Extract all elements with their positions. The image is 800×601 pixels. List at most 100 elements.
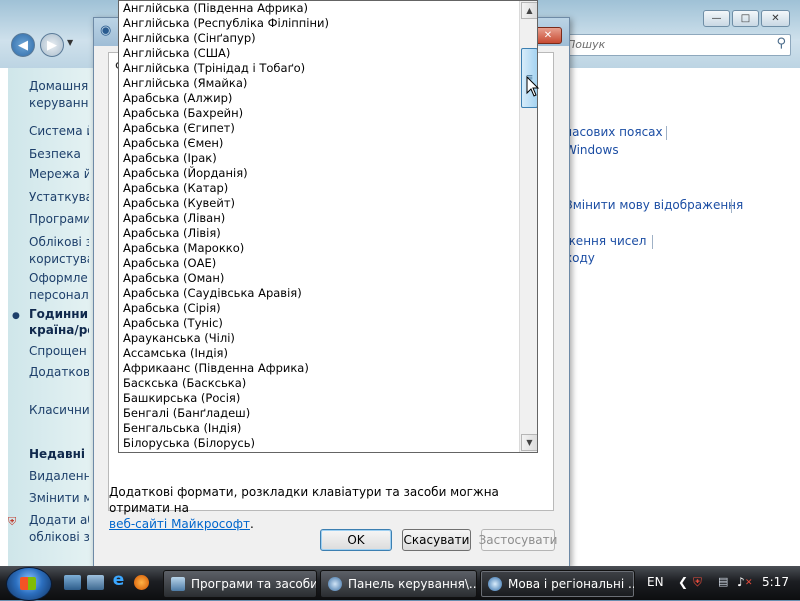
link-separator <box>731 199 732 213</box>
network-icon[interactable]: ▤ <box>718 575 728 588</box>
sidebar-item[interactable]: Домашня <box>29 78 89 94</box>
dropdown-option[interactable]: Арабська (Туніс) <box>119 316 519 331</box>
firefox-icon[interactable] <box>134 575 149 590</box>
sidebar-item[interactable]: Видалення <box>29 468 89 484</box>
dropdown-option[interactable]: Бенгалі (Банґладеш) <box>119 406 519 421</box>
search-placeholder: Пошук <box>567 38 606 51</box>
programs-icon <box>171 577 185 591</box>
sidebar-item[interactable]: Оформле <box>29 270 89 286</box>
dropdown-items: Англійська (Південна Африка) Англійська (… <box>119 1 519 451</box>
dropdown-option[interactable]: Арабська (Лівія) <box>119 226 519 241</box>
dropdown-option[interactable]: Арабська (ОАЕ) <box>119 256 519 271</box>
maximize-button[interactable]: □ <box>732 10 759 27</box>
tray-expand-icon[interactable]: ❮ <box>678 575 688 589</box>
dropdown-option[interactable]: Арабська (Сірія) <box>119 301 519 316</box>
control-panel-main: часових поясах Windows Змінити мову відо… <box>556 68 800 566</box>
dropdown-option[interactable]: Англійська (США) <box>119 46 519 61</box>
dropdown-option[interactable]: Арабська (Єгипет) <box>119 121 519 136</box>
dropdown-option[interactable]: Арауканська (Чілі) <box>119 331 519 346</box>
dropdown-option[interactable]: Ассамська (Індія) <box>119 346 519 361</box>
chevron-down-icon[interactable]: ▼ <box>67 38 73 47</box>
dropdown-option[interactable]: Африкаанс (Південна Африка) <box>119 361 519 376</box>
clock[interactable]: 5:17 <box>762 575 789 589</box>
dropdown-option[interactable]: Арабська (Ємен) <box>119 136 519 151</box>
dropdown-option[interactable]: Бенгальська (Індія) <box>119 421 519 436</box>
switch-windows-icon[interactable] <box>87 575 104 590</box>
cancel-button[interactable]: Скасувати <box>402 529 471 551</box>
start-button[interactable] <box>6 567 52 601</box>
minimize-button[interactable]: — <box>703 10 730 27</box>
sidebar-item[interactable]: персонал <box>29 287 89 303</box>
sidebar-item[interactable]: Недавні з <box>29 446 89 462</box>
sidebar-item[interactable]: керування <box>29 95 89 111</box>
info-end: . <box>249 517 254 531</box>
main-link-windows[interactable]: Windows <box>565 143 619 157</box>
dropdown-option[interactable]: Арабська (Ірак) <box>119 151 519 166</box>
globe-icon: ◉ <box>100 23 112 38</box>
dropdown-option[interactable]: Арабська (Кувейт) <box>119 196 519 211</box>
taskbar-button-label: Мова і регіональні ... <box>508 577 635 591</box>
language-indicator[interactable]: EN <box>647 575 664 589</box>
taskbar-button-programs[interactable]: Програми та засоби <box>163 570 317 598</box>
format-dropdown-list[interactable]: Англійська (Південна Африка) Англійська (… <box>118 0 538 453</box>
scroll-down-arrow-icon[interactable]: ▼ <box>521 434 537 451</box>
dropdown-option[interactable]: Англійська (Трінідад і Тобаґо) <box>119 61 519 76</box>
dropdown-option[interactable]: Білоруська (Білорусь) <box>119 436 519 451</box>
dropdown-option[interactable]: Англійська (Південна Африка) <box>119 1 519 16</box>
dropdown-option[interactable]: Башкирська (Росія) <box>119 391 519 406</box>
sidebar-item[interactable]: Класични <box>29 402 89 418</box>
dropdown-option[interactable]: Англійська (Сінґапур) <box>119 31 519 46</box>
sidebar-item[interactable]: Устаткува <box>29 189 89 205</box>
sidebar-item[interactable]: облікові з <box>29 529 89 545</box>
dropdown-option[interactable]: Англійська (Республіка Філіппіни) <box>119 16 519 31</box>
taskbar: e Програми та засоби Панель керування\..… <box>0 566 800 601</box>
security-shield-icon[interactable]: ⛨ <box>693 575 702 590</box>
internet-explorer-icon[interactable]: e <box>110 570 127 590</box>
main-link-change-display-language[interactable]: Змінити мову відображення <box>565 198 743 212</box>
sidebar-item[interactable]: Годинник <box>29 306 89 322</box>
main-link-time-zones[interactable]: часових поясах <box>565 125 663 139</box>
dropdown-option[interactable]: Англійська (Ямайка) <box>119 76 519 91</box>
microsoft-website-link[interactable]: веб-сайті Майкрософт <box>109 517 250 531</box>
sidebar-item[interactable]: країна/ре <box>29 322 89 338</box>
dropdown-option[interactable]: Арабська (Оман) <box>119 271 519 286</box>
sidebar-item[interactable]: Спрощен <box>29 343 89 359</box>
sidebar-item[interactable]: Безпека <box>29 146 89 162</box>
search-icon[interactable]: ⚲ <box>776 36 786 51</box>
dropdown-option[interactable]: Арабська (Алжир) <box>119 91 519 106</box>
dropdown-option[interactable]: Арабська (Бахрейн) <box>119 106 519 121</box>
dropdown-option[interactable]: Арабська (Марокко) <box>119 241 519 256</box>
back-arrow-icon[interactable]: ◀ <box>11 33 35 57</box>
show-desktop-icon[interactable] <box>64 575 81 590</box>
sidebar-item[interactable]: Додати аб <box>29 512 89 528</box>
dropdown-option[interactable]: Арабська (Катар) <box>119 181 519 196</box>
dropdown-option[interactable]: Арабська (Йорданія) <box>119 166 519 181</box>
dialog-close-button[interactable]: ✕ <box>534 27 562 44</box>
sidebar-item[interactable]: Система й <box>29 123 89 139</box>
sidebar-item[interactable]: Програми <box>29 211 89 227</box>
sidebar-item[interactable]: Мережа й <box>29 166 89 182</box>
windows-logo-icon <box>20 577 36 590</box>
info-text: Додаткові формати, розкладки клавіатури … <box>109 485 499 515</box>
taskbar-button-regional[interactable]: Мова і регіональні ... <box>480 570 635 598</box>
sidebar-item[interactable]: Додатков <box>29 364 89 380</box>
muted-icon: ✕ <box>745 578 753 588</box>
dropdown-option[interactable]: Арабська (Саудівська Аравія) <box>119 286 519 301</box>
shield-icon: ⛨ <box>8 515 17 528</box>
close-button[interactable]: ✕ <box>761 10 790 27</box>
regional-settings-icon <box>488 577 502 591</box>
sidebar-item[interactable]: Змінити м <box>29 490 89 506</box>
dropdown-scrollbar[interactable]: ▲ ≡ ▼ <box>519 1 537 452</box>
main-link-number-format[interactable]: ження чисел <box>565 234 646 248</box>
sidebar-item[interactable]: Облікові з <box>29 234 89 250</box>
apply-button[interactable]: Застосувати <box>479 529 557 551</box>
ok-button[interactable]: OK <box>320 529 392 551</box>
volume-icon[interactable]: ♪ <box>737 575 745 589</box>
scroll-up-arrow-icon[interactable]: ▲ <box>521 2 537 19</box>
dropdown-option[interactable]: Арабська (Ліван) <box>119 211 519 226</box>
taskbar-button-control-panel[interactable]: Панель керування\... <box>320 570 477 598</box>
sidebar-item[interactable]: користува <box>29 251 89 267</box>
forward-arrow-icon[interactable]: ▶ <box>40 33 64 57</box>
search-input[interactable]: Пошук ⚲ <box>553 34 791 56</box>
dropdown-option[interactable]: Баскська (Баскська) <box>119 376 519 391</box>
